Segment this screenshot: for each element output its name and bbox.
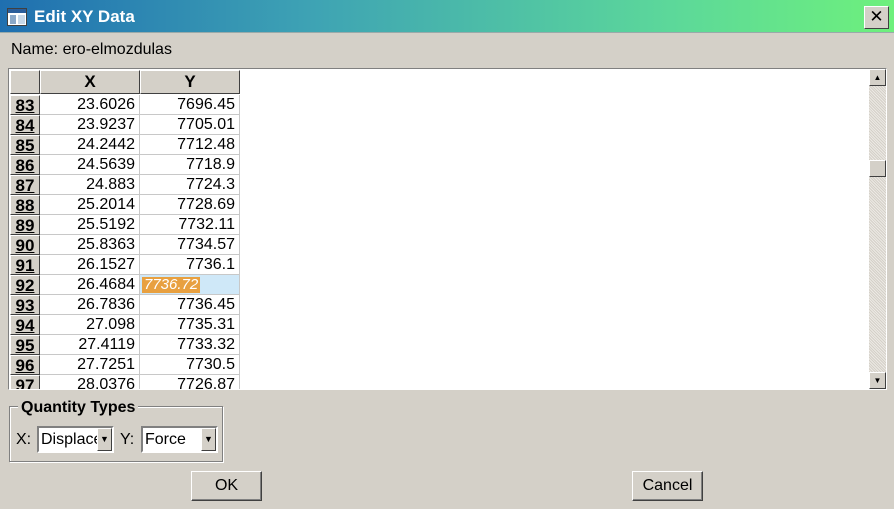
- x-value-cell[interactable]: 24.2442: [40, 135, 140, 155]
- y-value-cell[interactable]: 7734.57: [140, 235, 240, 255]
- y-value-cell[interactable]: 7705.01: [140, 115, 240, 135]
- row-header[interactable]: 86: [10, 155, 40, 175]
- x-value-cell[interactable]: 25.2014: [40, 195, 140, 215]
- x-value-cell[interactable]: 26.1527: [40, 255, 140, 275]
- table-row: 91 26.1527 7736.1: [10, 255, 241, 275]
- x-value-cell[interactable]: 26.7836: [40, 295, 140, 315]
- xy-data-grid: X Y 83 23.6026 7696.45 84 23.9237 7705.01 85 24…: [8, 68, 887, 390]
- quantity-types-group: Quantity Types X: Displacement ▼ Y: Forc…: [9, 399, 223, 462]
- row-header[interactable]: 96: [10, 355, 40, 375]
- corner-header[interactable]: [10, 70, 40, 94]
- row-header[interactable]: 85: [10, 135, 40, 155]
- x-quantity-select[interactable]: Displacement ▼: [37, 426, 114, 453]
- cancel-button[interactable]: Cancel: [632, 471, 703, 501]
- table-row: 84 23.9237 7705.01: [10, 115, 241, 135]
- y-dropdown-arrow-icon[interactable]: ▼: [201, 428, 216, 451]
- row-header[interactable]: 90: [10, 235, 40, 255]
- x-value-cell[interactable]: 24.883: [40, 175, 140, 195]
- x-value-cell[interactable]: 25.8363: [40, 235, 140, 255]
- table-row: 90 25.8363 7734.57: [10, 235, 241, 255]
- cell-edit-input[interactable]: 7736.72: [142, 277, 201, 293]
- row-header[interactable]: 83: [10, 95, 40, 115]
- table-row: 85 24.2442 7712.48: [10, 135, 241, 155]
- scroll-thumb[interactable]: [869, 160, 886, 177]
- x-value-cell[interactable]: 26.4684: [40, 275, 140, 295]
- x-value-cell[interactable]: 24.5639: [40, 155, 140, 175]
- x-value-cell[interactable]: 28.0376: [40, 375, 140, 389]
- table-row: 89 25.5192 7732.11: [10, 215, 241, 235]
- table-row: 87 24.883 7724.3: [10, 175, 241, 195]
- scroll-up-button[interactable]: ▲: [869, 69, 886, 86]
- title-bar: Edit XY Data ✕: [0, 0, 894, 33]
- table-row: 86 24.5639 7718.9: [10, 155, 241, 175]
- x-quantity-label: X:: [16, 431, 32, 448]
- y-value-cell[interactable]: 7736.45: [140, 295, 240, 315]
- row-header[interactable]: 89: [10, 215, 40, 235]
- row-header[interactable]: 93: [10, 295, 40, 315]
- x-value-cell[interactable]: 25.5192: [40, 215, 140, 235]
- table-row: 97 28.0376 7726.87: [10, 375, 241, 389]
- y-quantity-label: Y:: [120, 431, 135, 448]
- y-value-cell[interactable]: 7726.87: [140, 375, 240, 389]
- y-value-cell[interactable]: 7696.45: [140, 95, 240, 115]
- y-value-cell[interactable]: 7728.69: [140, 195, 240, 215]
- quantity-types-title: Quantity Types: [18, 399, 139, 417]
- column-header-y[interactable]: Y: [140, 70, 240, 94]
- row-header[interactable]: 87: [10, 175, 40, 195]
- row-header[interactable]: 92: [10, 275, 40, 295]
- x-value-cell[interactable]: 23.6026: [40, 95, 140, 115]
- y-value-cell[interactable]: 7733.32: [140, 335, 240, 355]
- data-name-label: Name: ero-elmozdulas: [11, 41, 172, 58]
- table-row: 92 26.4684 7736.72: [10, 275, 241, 295]
- ok-button[interactable]: OK: [191, 471, 262, 501]
- table-row: 95 27.4119 7733.32: [10, 335, 241, 355]
- vertical-scrollbar[interactable]: ▲ ▼: [869, 69, 886, 389]
- row-header[interactable]: 97: [10, 375, 40, 389]
- scroll-down-button[interactable]: ▼: [869, 372, 886, 389]
- x-value-cell[interactable]: 27.098: [40, 315, 140, 335]
- row-header[interactable]: 91: [10, 255, 40, 275]
- window-title: Edit XY Data: [34, 7, 135, 26]
- row-header[interactable]: 84: [10, 115, 40, 135]
- y-value-cell-editing[interactable]: 7736.72: [140, 275, 240, 295]
- table-row: 88 25.2014 7728.69: [10, 195, 241, 215]
- y-value-cell[interactable]: 7712.48: [140, 135, 240, 155]
- row-header[interactable]: 88: [10, 195, 40, 215]
- close-button[interactable]: ✕: [864, 6, 889, 29]
- y-value-cell[interactable]: 7730.5: [140, 355, 240, 375]
- row-header[interactable]: 94: [10, 315, 40, 335]
- y-quantity-value: Force: [145, 431, 186, 448]
- y-value-cell[interactable]: 7732.11: [140, 215, 240, 235]
- table-row: 83 23.6026 7696.45: [10, 95, 241, 115]
- column-header-x[interactable]: X: [40, 70, 140, 94]
- table-rows: 83 23.6026 7696.45 84 23.9237 7705.01 85 24.244…: [10, 95, 241, 389]
- table-app-icon: [7, 8, 27, 26]
- table-row: 94 27.098 7735.31: [10, 315, 241, 335]
- table-row: 93 26.7836 7736.45: [10, 295, 241, 315]
- x-value-cell[interactable]: 27.4119: [40, 335, 140, 355]
- y-value-cell[interactable]: 7718.9: [140, 155, 240, 175]
- y-value-cell[interactable]: 7736.1: [140, 255, 240, 275]
- y-value-cell[interactable]: 7735.31: [140, 315, 240, 335]
- table-row: 96 27.7251 7730.5: [10, 355, 241, 375]
- y-quantity-select[interactable]: Force ▼: [141, 426, 218, 453]
- y-value-cell[interactable]: 7724.3: [140, 175, 240, 195]
- x-value-cell[interactable]: 23.9237: [40, 115, 140, 135]
- x-dropdown-arrow-icon[interactable]: ▼: [97, 428, 112, 451]
- x-value-cell[interactable]: 27.7251: [40, 355, 140, 375]
- row-header[interactable]: 95: [10, 335, 40, 355]
